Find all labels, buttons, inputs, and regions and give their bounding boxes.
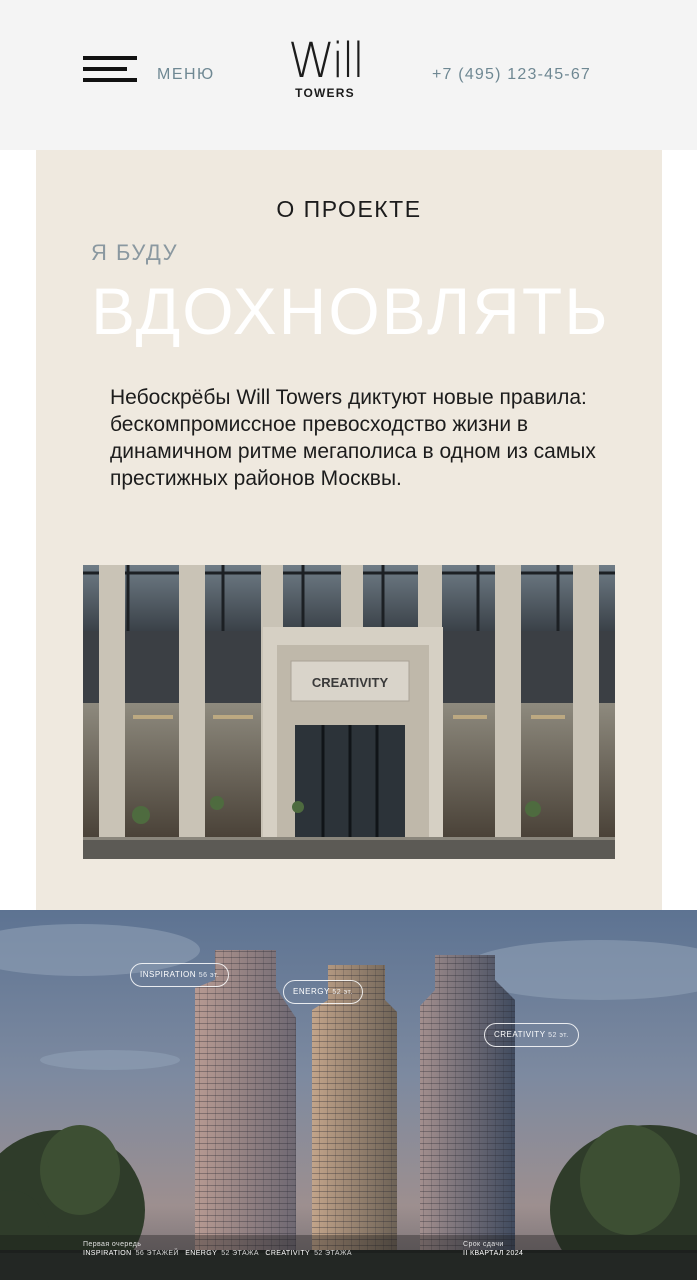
queue-item-floors: 56 ЭТАЖЕЙ [135,1250,179,1257]
tagline-big: ВДОХНОВЛЯТЬ [91,274,610,348]
tower-label-floors: 52 эт. [548,1032,569,1039]
tower-label-energy[interactable]: ENERGY 52 эт. [283,980,363,1004]
tower-label-floors: 52 эт. [332,989,353,996]
about-section: О ПРОЕКТЕ Я БУДУ ВДОХНОВЛЯТЬ Небоскрёбы … [36,150,662,910]
site-header: МЕНЮ Will TOWERS +7 (495) 123-45-67 [0,0,697,150]
tower-label-name: INSPIRATION [140,970,197,979]
entrance-illustration: CREATIVITY [83,565,615,859]
tower-label-floors: 56 эт. [198,972,220,979]
page: МЕНЮ Will TOWERS +7 (495) 123-45-67 О ПР… [0,0,697,1280]
queue-item-floors: 52 ЭТАЖА [314,1250,352,1257]
tower-label-name: ENERGY [293,987,330,996]
logo-sub-text: TOWERS [295,86,355,100]
deadline-value: II КВАРТАЛ 2024 [463,1250,524,1257]
towers-illustration [0,910,697,1280]
deadline-caption: Срок сдачи [463,1241,504,1248]
phone-link[interactable]: +7 (495) 123-45-67 [432,66,591,84]
tagline-small: Я БУДУ [91,240,179,265]
section-title: О ПРОЕКТЕ [276,196,422,222]
queue-item-name: ENERGY [185,1250,218,1257]
queue-item-name: CREATIVITY [265,1250,311,1257]
entrance-sign: CREATIVITY [312,675,389,690]
tower-label-creativity[interactable]: CREATIVITY 52 эт. [484,1023,579,1047]
towers-image: INSPIRATION 56 эт. ENERGY 52 эт. CREATIV… [0,910,697,1280]
queue-info: Первая очередь INSPIRATION 56 ЭТАЖЕЙ ENER… [83,1241,356,1257]
menu-button[interactable]: МЕНЮ [157,66,215,84]
about-description: Небоскрёбы Will Towers диктуют новые пра… [110,386,596,490]
queue-row: INSPIRATION 56 ЭТАЖЕЙ ENERGY 52 ЭТАЖА CREA… [83,1250,356,1257]
deadline-info: Срок сдачи II КВАРТАЛ 2024 [463,1241,523,1257]
tower-label-inspiration[interactable]: INSPIRATION 56 эт. [130,963,230,987]
queue-item-name: INSPIRATION [83,1250,132,1257]
hamburger-icon[interactable] [83,56,137,84]
queue-item-floors: 52 ЭТАЖА [221,1250,259,1257]
queue-caption: Первая очередь [83,1241,142,1248]
entrance-image: CREATIVITY [83,565,615,859]
logo[interactable]: Will TOWERS [286,33,365,102]
logo-main-text: Will [287,33,365,89]
tower-label-name: CREATIVITY [494,1030,546,1039]
